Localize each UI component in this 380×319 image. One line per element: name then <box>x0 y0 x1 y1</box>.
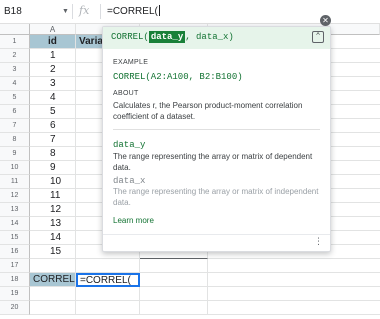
name-box-dropdown-icon[interactable]: ▼ <box>62 8 69 15</box>
row-number[interactable]: 11 <box>0 175 30 189</box>
table-row: 18 CORREL =CORREL( <box>0 273 380 287</box>
row-number[interactable]: 1 <box>0 35 30 49</box>
row-number[interactable]: 15 <box>0 231 30 245</box>
row-number[interactable]: 19 <box>0 287 30 301</box>
cell-a[interactable]: 2 <box>30 63 76 77</box>
cell-a[interactable]: 11 <box>30 189 76 203</box>
function-signature: CORREL(data_y, data_x) <box>111 31 234 43</box>
example-formula: CORREL(A2:A100, B2:B100) <box>113 72 243 82</box>
row-number[interactable]: 17 <box>0 259 30 273</box>
function-help-card: CORREL(data_y, data_x) ⌃ EXAMPLE CORREL(… <box>102 26 331 252</box>
about-text: Calculates r, the Pearson product-moment… <box>113 101 303 121</box>
formula-text: =CORREL( <box>107 6 158 17</box>
row-number[interactable]: 12 <box>0 189 30 203</box>
fx-icon: fx <box>79 4 90 17</box>
chevron-up-icon[interactable]: ⌃ <box>312 31 324 43</box>
name-box[interactable]: B18 <box>0 6 58 17</box>
arg-name-data-y: data_y <box>113 140 146 150</box>
cell-b[interactable] <box>76 301 140 315</box>
cell-a[interactable]: 12 <box>30 203 76 217</box>
cell-a[interactable]: 10 <box>30 175 76 189</box>
arg-desc-data-y: The range representing the array or matr… <box>113 152 313 172</box>
cell-a[interactable]: 7 <box>30 133 76 147</box>
cell-d[interactable] <box>208 287 380 301</box>
close-icon[interactable]: ✕ <box>320 15 331 26</box>
row-number[interactable]: 6 <box>0 105 30 119</box>
row-number[interactable]: 18 <box>0 273 30 287</box>
cell-a[interactable]: 13 <box>30 217 76 231</box>
row-number[interactable]: 5 <box>0 91 30 105</box>
table-row: 20 <box>0 301 380 315</box>
table-row: 17 <box>0 259 380 273</box>
row-number[interactable]: 2 <box>0 49 30 63</box>
function-signature-bar: CORREL(data_y, data_x) ⌃ <box>103 27 330 49</box>
cell-a[interactable] <box>30 287 76 301</box>
learn-more-link[interactable]: Learn more <box>113 216 154 225</box>
row-number[interactable]: 16 <box>0 245 30 259</box>
cell-a[interactable] <box>30 301 76 315</box>
cell-a[interactable]: 5 <box>30 105 76 119</box>
row-number[interactable]: 4 <box>0 77 30 91</box>
formula-bar-divider <box>100 4 101 19</box>
about-label: ABOUT <box>113 90 139 97</box>
table-row: 19 <box>0 287 380 301</box>
card-footer-divider <box>103 234 330 235</box>
formula-bar-divider <box>72 4 73 19</box>
cell-a[interactable]: 14 <box>30 231 76 245</box>
signature-active-arg: data_y <box>148 31 186 43</box>
cell-c[interactable] <box>140 259 208 273</box>
column-header-a[interactable]: A <box>30 24 76 35</box>
cell-c[interactable] <box>140 301 208 315</box>
cell-d[interactable] <box>208 259 380 273</box>
cell-a[interactable]: 15 <box>30 245 76 259</box>
cell-b[interactable]: =CORREL( <box>76 273 140 287</box>
cell-a[interactable]: 1 <box>30 49 76 63</box>
example-label: EXAMPLE <box>113 59 149 66</box>
divider <box>113 129 320 130</box>
cell-a[interactable]: 4 <box>30 91 76 105</box>
cell-b[interactable] <box>76 287 140 301</box>
row-number[interactable]: 10 <box>0 161 30 175</box>
signature-fn: CORREL( <box>111 32 149 42</box>
kebab-menu-icon[interactable]: ⋮ <box>314 237 323 246</box>
row-number[interactable]: 14 <box>0 217 30 231</box>
cell-a[interactable]: 6 <box>30 119 76 133</box>
cell-a[interactable]: 9 <box>30 161 76 175</box>
row-number[interactable]: 8 <box>0 133 30 147</box>
row-number[interactable]: 20 <box>0 301 30 315</box>
cell-a[interactable]: 8 <box>30 147 76 161</box>
cell-c[interactable] <box>140 287 208 301</box>
cell-b[interactable] <box>76 259 140 273</box>
cell-a[interactable]: CORREL <box>30 273 76 287</box>
row-number[interactable]: 13 <box>0 203 30 217</box>
cell-d[interactable] <box>208 273 380 287</box>
arg-desc-data-x: The range representing the array or matr… <box>113 187 319 207</box>
cell-a[interactable] <box>30 259 76 273</box>
row-number[interactable]: 9 <box>0 147 30 161</box>
row-number[interactable]: 7 <box>0 119 30 133</box>
formula-input[interactable]: =CORREL( <box>107 5 160 17</box>
arg-name-data-x: data_x <box>113 176 146 186</box>
row-number[interactable]: 3 <box>0 63 30 77</box>
cell-c[interactable] <box>140 273 208 287</box>
cell-a[interactable]: id <box>30 35 76 49</box>
signature-rest: , data_x) <box>185 32 234 42</box>
cell-d[interactable] <box>208 301 380 315</box>
text-cursor <box>158 5 160 16</box>
cell-a[interactable]: 3 <box>30 77 76 91</box>
select-all-corner[interactable] <box>0 24 30 35</box>
